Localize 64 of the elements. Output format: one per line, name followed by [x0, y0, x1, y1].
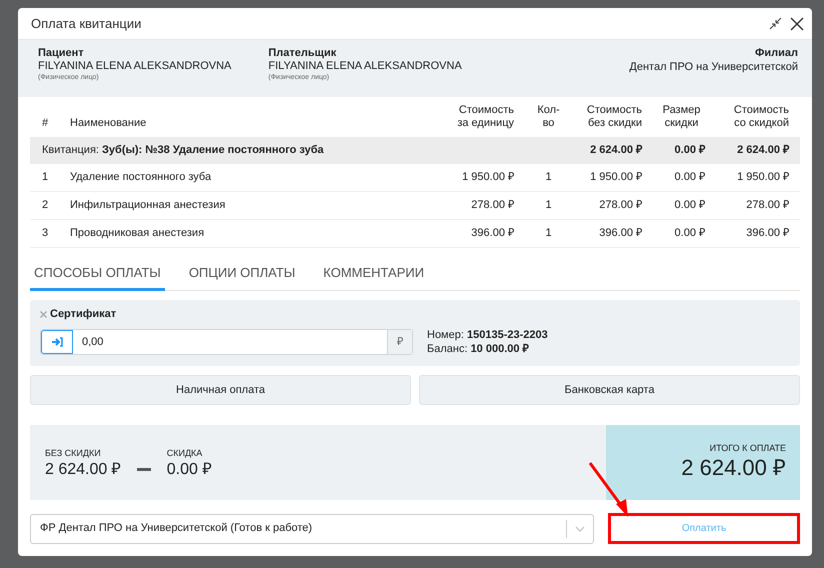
certificate-balance: Баланс: 10 000.00 ₽	[427, 342, 530, 356]
total-amount: 2 624.00 ₽	[681, 454, 786, 482]
table-cell-text: 1 950.00 ₽	[736, 170, 790, 186]
table-cell-text: 278.00 ₽	[598, 198, 643, 214]
close-icon[interactable]	[790, 16, 804, 30]
terminal-value: ФР Дентал ПРО на Университетской (Готов к работе)	[40, 521, 314, 536]
table-cell-text: 396.00 ₽	[745, 226, 790, 242]
table-cell-text: 2 624.00 ₽	[736, 143, 790, 158]
branch-name: Дентал ПРО на Университетской	[629, 60, 798, 74]
party-name: FILYANINA ELENA ALEKSANDROVNA	[268, 60, 462, 73]
column-header: #	[41, 117, 50, 130]
table-cell-text: 1	[544, 226, 553, 242]
table-cell-text: Проводниковая анестезия	[70, 226, 206, 242]
table-cell-text: 1 950.00 ₽	[589, 170, 643, 186]
certificate-number: Номер: 150135-23-2203	[427, 328, 548, 342]
table-cell-text: 3	[41, 226, 50, 242]
column-header: Стоимость за единицу	[456, 104, 514, 130]
table-cell-text: 0.00 ₽	[674, 143, 706, 158]
tab[interactable]: КОММЕНТАРИИ	[319, 258, 428, 291]
table-cell-text: 0.00 ₽	[674, 226, 706, 242]
table-cell-text: 0.00 ₽	[674, 198, 706, 214]
tab[interactable]: СПОСОБЫ ОПЛАТЫ	[30, 258, 165, 291]
terminal-select[interactable]: ФР Дентал ПРО на Университетской (Готов к работе)	[30, 514, 594, 544]
table-cell-text: 1	[544, 170, 553, 186]
party-name: FILYANINA ELENA ALEKSANDROVNA	[38, 60, 232, 73]
table-cell-text: 1	[544, 198, 553, 214]
minus-icon	[136, 468, 151, 471]
table-cell-text: Удаление постоянного зуба	[70, 170, 212, 186]
tab[interactable]: ОПЦИИ ОПЛАТЫ	[184, 258, 300, 291]
party-label: Плательщик	[268, 46, 338, 60]
payment-method-button[interactable]: Наличная оплата	[30, 375, 411, 405]
amount-field[interactable]: 0,00 ₽	[40, 329, 413, 355]
chevron-down-icon	[575, 526, 585, 532]
subtotal-label: БЕЗ СКИДКИ	[45, 448, 102, 459]
party-label: Пациент	[38, 46, 85, 60]
table-cell-text: Инфильтрационная анестезия	[70, 198, 226, 214]
table-cell-text: 0.00 ₽	[674, 170, 706, 186]
total-label: ИТОГО К ОПЛАТЕ	[710, 443, 786, 454]
table-cell-text: 396.00 ₽	[470, 226, 515, 242]
table-cell-text: 1	[41, 170, 50, 186]
apply-button[interactable]	[41, 330, 73, 354]
collapse-icon[interactable]	[769, 17, 782, 30]
table-cell-text: 2	[41, 198, 50, 214]
column-header: Стоимость со скидкой	[732, 104, 789, 130]
column-header: Кол-во	[536, 104, 561, 130]
table-cell-text: 278.00 ₽	[745, 198, 790, 214]
amount-value: 0,00	[81, 335, 104, 350]
subtotal-amount: 2 624.00 ₽	[45, 460, 121, 480]
table-cell-text: 2 624.00 ₽	[589, 143, 644, 158]
column-header: Наименование	[70, 117, 148, 130]
certificate-title: Сертификат	[50, 306, 116, 322]
login-icon	[52, 337, 62, 347]
receipt-label: Квитанция: Зуб(ы): №38 Удаление постоянного зуба	[41, 143, 325, 158]
branch-label: Филиал	[754, 46, 798, 60]
table-cell-text: 278.00 ₽	[470, 198, 515, 214]
payment-method-button[interactable]: Банковская карта	[419, 375, 800, 405]
table-cell-text: 1 950.00 ₽	[461, 170, 515, 186]
table-cell-text: 396.00 ₽	[598, 226, 643, 242]
discount-label: СКИДКА	[166, 448, 204, 459]
column-header: Размер скидки	[662, 104, 702, 130]
dialog-title: Оплата квитанции	[31, 14, 142, 33]
column-header: Стоимость без скидки	[586, 104, 642, 130]
discount-amount: 0.00 ₽	[166, 460, 212, 480]
currency-sign: ₽	[387, 330, 412, 354]
